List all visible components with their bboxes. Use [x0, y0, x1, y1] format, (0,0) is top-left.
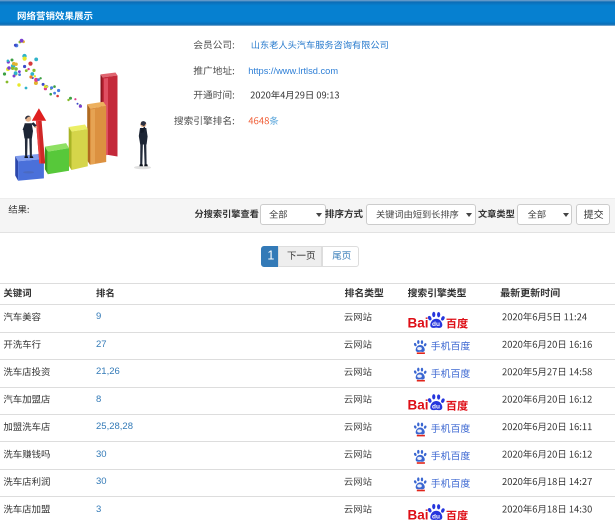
svg-text:https://www.lrtlsd.com: https://www.lrtlsd.com [248, 66, 338, 76]
svg-text:du: du [432, 404, 440, 411]
svg-text:Bai: Bai [408, 398, 429, 413]
svg-text:du: du [432, 513, 440, 520]
svg-text:Bai: Bai [408, 508, 429, 520]
svg-text:du: du [432, 321, 440, 328]
svg-text:Bai: Bai [408, 315, 429, 330]
svg-text:1: 1 [267, 248, 274, 262]
